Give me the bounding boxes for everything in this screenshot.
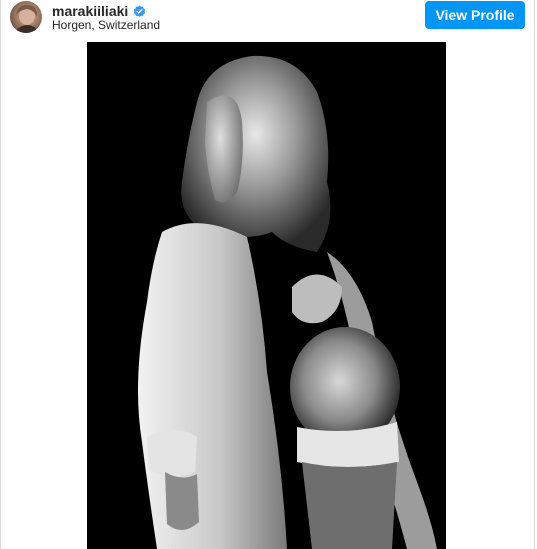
post-header: marakiiliaki Horgen, Switzerland View Pr… xyxy=(1,0,534,40)
verified-badge-icon xyxy=(133,4,146,18)
avatar[interactable] xyxy=(10,1,42,33)
location-link[interactable]: Horgen, Switzerland xyxy=(52,18,160,32)
username-link[interactable]: marakiiliaki xyxy=(52,3,128,19)
post-photo-image xyxy=(87,42,446,549)
post-photo[interactable] xyxy=(87,42,446,549)
avatar-image xyxy=(14,4,40,33)
post-embed: marakiiliaki Horgen, Switzerland View Pr… xyxy=(0,0,535,549)
view-profile-button[interactable]: View Profile xyxy=(425,1,525,29)
